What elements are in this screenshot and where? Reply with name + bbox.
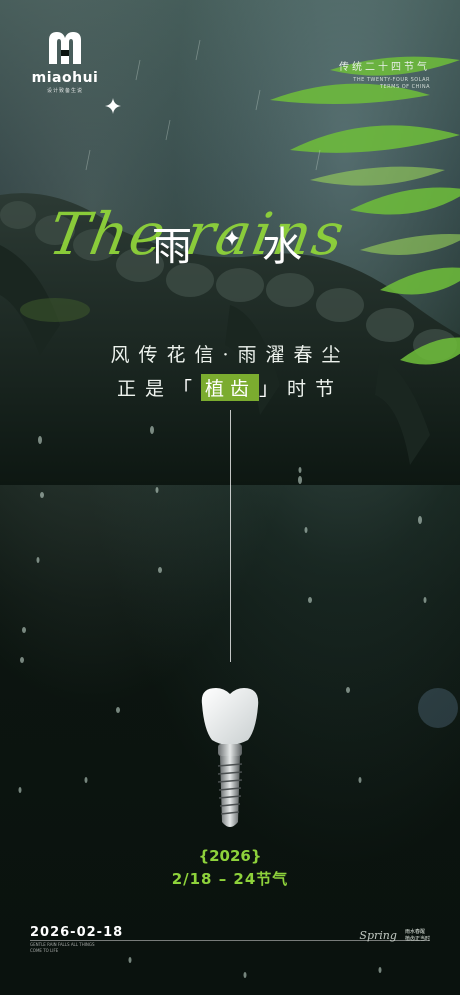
footer-spring-text: 雨水春醒 植齿正当时 bbox=[405, 929, 430, 943]
miaohui-logo-icon bbox=[49, 32, 81, 64]
header-title: 传统二十四节气 bbox=[339, 62, 430, 73]
brand-name: miaohui bbox=[31, 70, 99, 86]
footer-text-line-1: 雨水春醒 bbox=[404, 928, 425, 935]
dental-implant-illustration bbox=[201, 688, 259, 827]
term-script-title: The rains bbox=[44, 200, 351, 268]
brand-tagline: 设计致备生说 bbox=[46, 88, 83, 94]
verse-bracket-close: 」 bbox=[259, 378, 288, 400]
divider-line bbox=[230, 410, 231, 662]
term-char-1: 雨 bbox=[152, 224, 192, 270]
footer-text-line-2: 植齿正当时 bbox=[404, 935, 430, 942]
footer-spring-script: Spring bbox=[359, 929, 397, 942]
event-year: {2026} bbox=[198, 847, 262, 865]
header-subtitle: THE TWENTY-FOUR SOLAR TERMS OF CHINA bbox=[353, 77, 430, 90]
verse-highlight: 植齿 bbox=[200, 374, 259, 401]
verse-bracket-open: 「 bbox=[172, 378, 201, 400]
verse-line-2-before: 正是 bbox=[116, 378, 173, 400]
verse-line-2: 正是「 植齿 」时节 bbox=[0, 374, 460, 401]
term-char-2: 水 bbox=[262, 224, 302, 270]
verse-line-2-after: 时节 bbox=[287, 378, 344, 400]
footer-date: 2026-02-18 bbox=[30, 925, 124, 940]
header-block: 传统二十四节气 THE TWENTY-FOUR SOLAR TERMS OF C… bbox=[339, 58, 430, 91]
event-dates: 2/18 – 24节气 bbox=[171, 870, 289, 888]
footer-spring-block: Spring 雨水春醒 植齿正当时 bbox=[359, 925, 430, 944]
verse-line-1: 风传花信·雨濯春尘 bbox=[110, 344, 350, 366]
brand-logo: miaohui 设计致备生说 bbox=[30, 30, 100, 94]
sparkle-icon bbox=[105, 98, 121, 114]
poster: miaohui 设计致备生说 传统二十四节气 THE TWENTY-FOUR S… bbox=[0, 0, 460, 995]
footer-note: GENTLE RAIN FALLS ALL THINGS COME TO LIF… bbox=[30, 942, 95, 953]
